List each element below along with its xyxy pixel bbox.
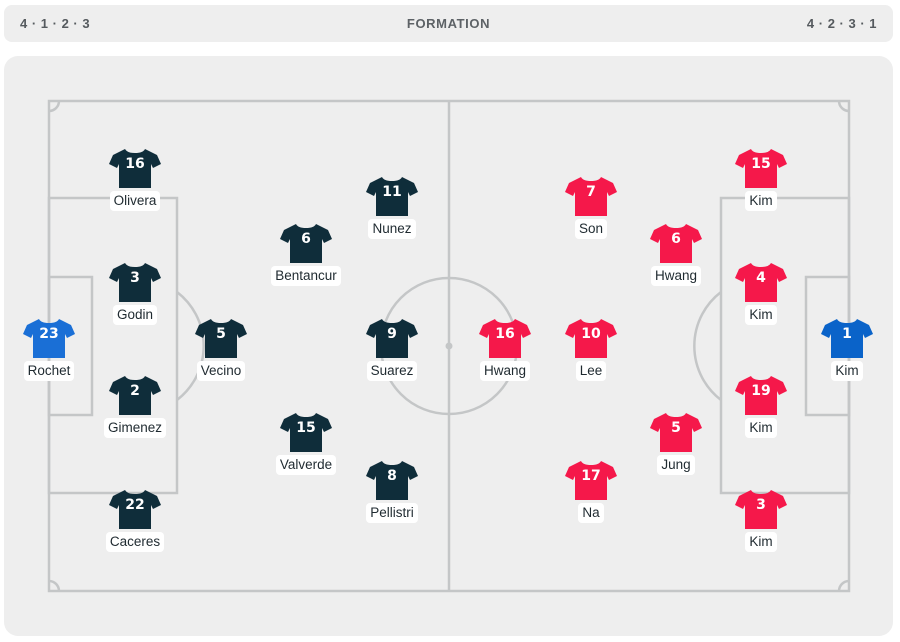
player-name: Na — [578, 503, 604, 523]
home-player[interactable]: 6 Bentancur — [261, 222, 351, 286]
jersey-icon: 16 — [109, 147, 161, 189]
jersey-icon: 8 — [366, 459, 418, 501]
away-player[interactable]: 1 Kim — [802, 317, 892, 381]
away-player[interactable]: 17 Na — [546, 459, 636, 523]
away-player[interactable]: 15 Kim — [716, 147, 806, 211]
jersey-number: 16 — [125, 156, 145, 172]
player-name: Vecino — [196, 361, 246, 381]
home-player[interactable]: 15 Valverde — [261, 411, 351, 475]
jersey-icon: 11 — [366, 175, 418, 217]
player-name: Nunez — [368, 219, 416, 239]
player-name: Son — [574, 219, 608, 239]
player-name: Kim — [745, 418, 777, 438]
home-player[interactable]: 5 Vecino — [176, 317, 266, 381]
home-player[interactable]: 22 Caceres — [90, 488, 180, 552]
player-name: Hwang — [650, 266, 702, 286]
player-name: Valverde — [275, 455, 337, 475]
jersey-icon: 3 — [109, 261, 161, 303]
players-layer: 23 Rochet 16 Olivera 3 Godin 2 Gimenez 22 Caceres… — [0, 0, 900, 642]
player-name: Kim — [745, 305, 777, 325]
jersey-icon: 4 — [735, 261, 787, 303]
home-player[interactable]: 8 Pellistri — [347, 459, 437, 523]
jersey-icon: 5 — [650, 411, 702, 453]
away-player[interactable]: 16 Hwang — [460, 317, 550, 381]
away-player[interactable]: 6 Hwang — [631, 222, 721, 286]
player-name: Kim — [745, 532, 777, 552]
jersey-number: 19 — [751, 383, 771, 399]
jersey-number: 4 — [756, 270, 766, 286]
jersey-icon: 1 — [821, 317, 873, 359]
player-name: Kim — [831, 361, 863, 381]
player-name: Godin — [112, 305, 158, 325]
player-name: Lee — [575, 361, 607, 381]
home-player[interactable]: 9 Suarez — [347, 317, 437, 381]
jersey-icon: 7 — [565, 175, 617, 217]
player-name: Jung — [657, 455, 695, 475]
jersey-number: 11 — [382, 184, 402, 200]
jersey-icon: 15 — [735, 147, 787, 189]
jersey-number: 10 — [581, 326, 601, 342]
home-player[interactable]: 11 Nunez — [347, 175, 437, 239]
player-name: Caceres — [105, 532, 165, 552]
jersey-number: 22 — [125, 497, 145, 513]
jersey-icon: 15 — [280, 411, 332, 453]
jersey-number: 1 — [842, 326, 852, 342]
player-name: Olivera — [109, 191, 161, 211]
away-player[interactable]: 3 Kim — [716, 488, 806, 552]
jersey-icon: 6 — [280, 222, 332, 264]
player-name: Rochet — [23, 361, 75, 381]
jersey-number: 15 — [296, 420, 316, 436]
player-name: Suarez — [366, 361, 418, 381]
jersey-number: 6 — [301, 231, 311, 247]
jersey-icon: 17 — [565, 459, 617, 501]
jersey-number: 6 — [671, 231, 681, 247]
jersey-icon: 2 — [109, 374, 161, 416]
jersey-number: 5 — [216, 326, 226, 342]
jersey-icon: 3 — [735, 488, 787, 530]
away-player[interactable]: 10 Lee — [546, 317, 636, 381]
jersey-icon: 23 — [23, 317, 75, 359]
away-player[interactable]: 5 Jung — [631, 411, 721, 475]
jersey-icon: 19 — [735, 374, 787, 416]
jersey-number: 23 — [39, 326, 59, 342]
away-player[interactable]: 4 Kim — [716, 261, 806, 325]
player-name: Kim — [745, 191, 777, 211]
jersey-number: 17 — [581, 468, 601, 484]
jersey-icon: 6 — [650, 222, 702, 264]
home-player[interactable]: 16 Olivera — [90, 147, 180, 211]
player-name: Bentancur — [271, 266, 341, 286]
jersey-icon: 9 — [366, 317, 418, 359]
jersey-icon: 16 — [479, 317, 531, 359]
away-player[interactable]: 19 Kim — [716, 374, 806, 438]
jersey-number: 9 — [387, 326, 397, 342]
jersey-number: 2 — [130, 383, 140, 399]
jersey-number: 15 — [751, 156, 771, 172]
jersey-icon: 22 — [109, 488, 161, 530]
jersey-icon: 5 — [195, 317, 247, 359]
jersey-number: 7 — [586, 184, 596, 200]
away-player[interactable]: 7 Son — [546, 175, 636, 239]
jersey-number: 5 — [671, 420, 681, 436]
jersey-number: 8 — [387, 468, 397, 484]
home-player[interactable]: 23 Rochet — [4, 317, 94, 381]
jersey-number: 3 — [756, 497, 766, 513]
player-name: Hwang — [479, 361, 531, 381]
jersey-icon: 10 — [565, 317, 617, 359]
home-player[interactable]: 2 Gimenez — [90, 374, 180, 438]
jersey-number: 3 — [130, 270, 140, 286]
jersey-number: 16 — [495, 326, 515, 342]
player-name: Pellistri — [366, 503, 418, 523]
home-player[interactable]: 3 Godin — [90, 261, 180, 325]
player-name: Gimenez — [103, 418, 167, 438]
